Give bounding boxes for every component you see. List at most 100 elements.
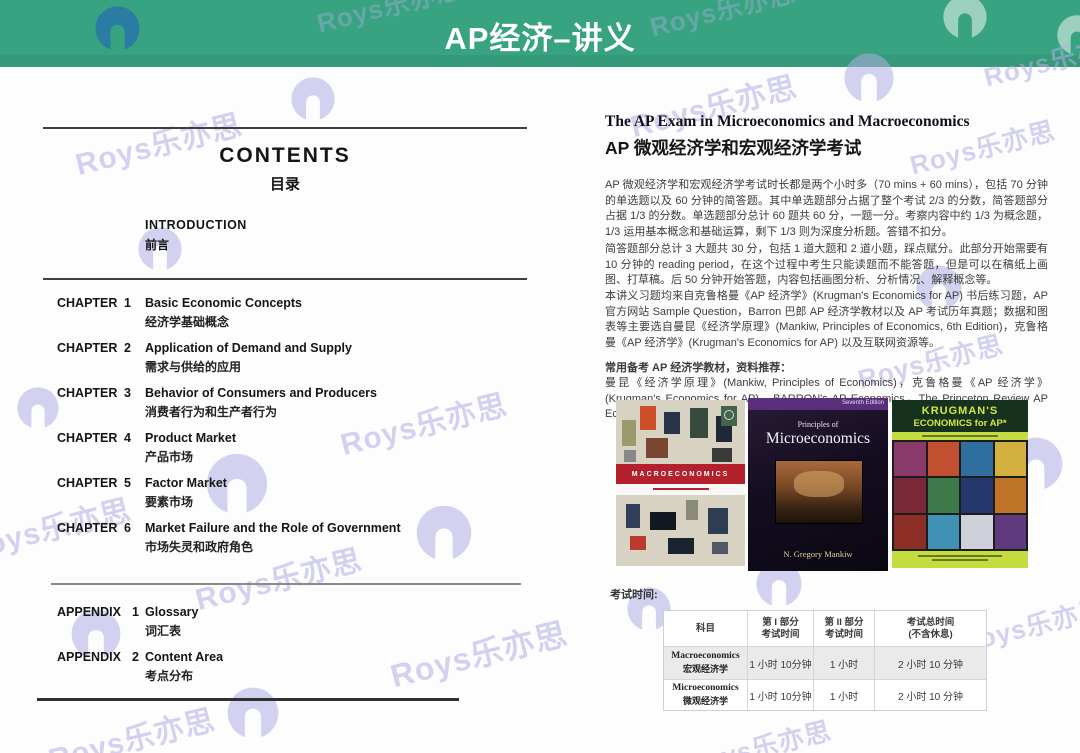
cover-art-shape: [622, 420, 636, 446]
paragraph-frq-section: 简答题部分总计 3 大题共 30 分，包括 1 道大题和 2 道小题，踩点赋分。…: [605, 242, 1048, 289]
chapter-title-cn: 市场失灵和政府角色: [145, 538, 401, 555]
chapter-title-cn: 消费者行为和生产者行为: [145, 403, 377, 420]
chapter-title: Behavior of Consumers and Producers: [145, 386, 377, 400]
recommend-header: 常用备考 AP 经济学教材，资料推荐：: [605, 361, 1048, 377]
cover-art-shape: [626, 504, 640, 528]
intro-label-cn: 前言: [145, 236, 169, 253]
divider: [37, 698, 459, 701]
chapter-title: Basic Economic Concepts: [145, 296, 302, 310]
toc-row-appendix-1: APPENDIX 1 Glossary 词汇表: [43, 605, 527, 639]
chapter-label: CHAPTER: [57, 431, 117, 465]
cover-art-shape: [712, 448, 732, 462]
cover-art-shape: [630, 536, 646, 550]
chapter-number: 1: [124, 296, 131, 330]
chapter-title-cn: 需求与供给的应用: [145, 358, 352, 375]
col-header-part1: 第 I 部分 考试时间: [748, 611, 814, 647]
cover-art-shape: [640, 406, 656, 430]
page-title: AP经济–讲义: [0, 13, 1080, 58]
chapter-title-cn: 产品市场: [145, 448, 236, 465]
cover-art-shape: [624, 450, 636, 462]
cover-art-shape: [686, 500, 698, 520]
left-page: CONTENTS 目录 INTRODUCTION 前言 CHAPTER1 Bas…: [43, 100, 527, 730]
contents-subtitle: 目录: [43, 173, 527, 194]
cover-art-shape: [690, 408, 708, 438]
paragraph-exam-format: AP 微观经济学和宏观经济学考试时长都是两个小时多（70 mins + 60 m…: [605, 178, 1048, 240]
chapter-number: 5: [124, 476, 131, 510]
book-cover-krugman-ap: KRUGMAN'S ECONOMICS for AP*: [892, 400, 1028, 568]
divider: [43, 127, 527, 129]
publisher-logo: [721, 406, 737, 426]
chapter-title-cn: 要素市场: [145, 493, 227, 510]
table-cell-macro-total: 2 小时 10 分钟: [875, 647, 986, 680]
intro-label: INTRODUCTION: [145, 218, 247, 232]
cover-art-shape: [646, 438, 668, 458]
chapter-label: CHAPTER: [57, 476, 117, 510]
paragraph-sources: 本讲义习题均来自克鲁格曼《AP 经济学》(Krugman's Economics…: [605, 289, 1048, 351]
krugman-title-line1: KRUGMAN'S: [894, 405, 1026, 417]
toc-row-chapter-3: CHAPTER3 Behavior of Consumers and Produ…: [43, 386, 527, 420]
micro-pretitle: Principles of: [748, 420, 888, 429]
cover-bottom-strip: [892, 551, 1028, 568]
right-page: The AP Exam in Microeconomics and Macroe…: [598, 105, 1048, 725]
book-cover-macroeconomics: MACROECONOMICS: [616, 400, 745, 566]
exam-time-label: 考试时间:: [610, 586, 658, 602]
col-header-subject: 科目: [664, 611, 748, 647]
chapter-list: CHAPTER1 Basic Economic Concepts经济学基础概念 …: [43, 296, 527, 566]
contents-title: CONTENTS: [43, 144, 527, 168]
appendix-title-cn: 词汇表: [145, 622, 199, 639]
cover-painting: [775, 460, 863, 524]
cover-art-shape: [650, 512, 676, 530]
macro-subtitle-band: [616, 484, 745, 495]
chapter-label: CHAPTER: [57, 386, 117, 420]
divider: [43, 278, 527, 280]
roys-logo-icon: [843, 52, 895, 104]
exam-title-cn: AP 微观经济学和宏观经济学考试: [605, 135, 861, 160]
table-cell-micro-total: 2 小时 10 分钟: [875, 680, 986, 710]
appendix-number: 1: [132, 605, 139, 639]
photo-collage: [892, 440, 1028, 551]
edition-label: Seventh Edition: [842, 400, 884, 406]
col-header-total: 考试总时间 (不含休息): [875, 611, 986, 647]
chapter-label: CHAPTER: [57, 521, 117, 555]
col-header-part2: 第 II 部分 考试时间: [814, 611, 875, 647]
table-row-micro-subject: Microeconomics 微观经济学: [664, 680, 748, 710]
chapter-title-cn: 经济学基础概念: [145, 313, 302, 330]
chapter-title: Product Market: [145, 431, 236, 445]
table-cell-macro-part1: 1 小时 10分钟: [748, 647, 814, 680]
table-row-macro-subject: Macroeconomics 宏观经济学: [664, 647, 748, 680]
chapter-number: 6: [124, 521, 131, 555]
appendix-label: APPENDIX: [57, 650, 121, 684]
table-cell-macro-part2: 1 小时: [814, 647, 875, 680]
toc-row-chapter-1: CHAPTER1 Basic Economic Concepts 经济学基础概念: [43, 296, 527, 330]
cover-art-shape: [664, 412, 680, 434]
textbook-covers-image: MACROECONOMICS Seventh Edition Principle…: [616, 398, 1028, 574]
appendix-title: Glossary: [145, 605, 199, 619]
chapter-title: Factor Market: [145, 476, 227, 490]
book-cover-microeconomics: Seventh Edition Principles of Microecono…: [748, 398, 888, 571]
toc-row-chapter-6: CHAPTER6 Market Failure and the Role of …: [43, 521, 527, 555]
cover-art-shape: [712, 542, 728, 554]
table-cell-micro-part1: 1 小时 10分钟: [748, 680, 814, 710]
chapter-number: 4: [124, 431, 131, 465]
micro-title: Microeconomics: [748, 430, 888, 448]
chapter-number: 3: [124, 386, 131, 420]
krugman-title-line2: ECONOMICS for AP*: [894, 418, 1026, 429]
toc-row-chapter-4: CHAPTER4 Product Market 产品市场: [43, 431, 527, 465]
chapter-title: Application of Demand and Supply: [145, 341, 352, 355]
chapter-label: CHAPTER: [57, 341, 117, 375]
cover-strip: [892, 432, 1028, 440]
author-name: N. Gregory Mankiw: [748, 549, 888, 559]
table-cell-micro-part2: 1 小时: [814, 680, 875, 710]
toc-row-chapter-5: CHAPTER5 Factor Market 要素市场: [43, 476, 527, 510]
chapter-number: 2: [124, 341, 131, 375]
toc-row-chapter-2: CHAPTER2 Application of Demand and Suppl…: [43, 341, 527, 375]
appendix-number: 2: [132, 650, 139, 684]
toc-row-appendix-2: APPENDIX2 Content Area考点分布: [43, 650, 527, 684]
appendix-title: Content Area: [145, 650, 223, 664]
appendix-label: APPENDIX: [57, 605, 121, 639]
chapter-label: CHAPTER: [57, 296, 117, 330]
cover-art-shape: [668, 538, 694, 554]
document-viewer: Roys乐亦思 Roys乐亦思 Roys乐亦思 Roys乐亦思 Roys乐亦思 …: [0, 0, 1080, 753]
exam-time-table: 科目 第 I 部分 考试时间 第 II 部分 考试时间 考试总时间 (不含休息)…: [663, 610, 987, 711]
macro-title-band: MACROECONOMICS: [616, 464, 745, 484]
